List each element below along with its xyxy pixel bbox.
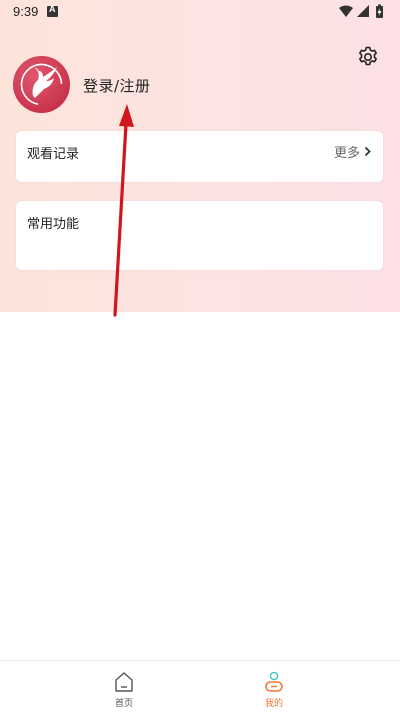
user-icon — [265, 671, 283, 692]
tab-mine[interactable]: 我的 — [234, 661, 314, 713]
watch-history-card[interactable]: 观看记录 更多 — [16, 131, 383, 182]
signal-icon — [357, 5, 369, 17]
bottom-navigation: 首页 我的 — [0, 660, 400, 713]
status-bar: 9:39 A — [0, 0, 400, 24]
wifi-icon — [339, 5, 353, 17]
tab-home-label: 首页 — [114, 699, 133, 709]
notification-a-icon: A — [47, 4, 58, 17]
common-functions-title: 常用功能 — [27, 217, 80, 232]
tab-home[interactable]: 首页 — [84, 661, 164, 713]
more-button[interactable]: 更多 — [334, 142, 371, 161]
common-functions-card: 常用功能 — [16, 201, 383, 270]
home-icon — [115, 672, 133, 692]
crane-logo-icon — [20, 63, 63, 106]
gear-icon — [359, 46, 377, 66]
chevron-right-icon — [364, 146, 371, 157]
watch-history-title: 观看记录 — [27, 147, 80, 162]
status-icons — [338, 4, 388, 20]
avatar[interactable] — [13, 56, 70, 113]
more-label: 更多 — [333, 146, 360, 161]
battery-icon — [376, 4, 383, 18]
status-time: 9:39 — [13, 4, 39, 19]
settings-button[interactable] — [356, 45, 380, 69]
tab-mine-label: 我的 — [264, 699, 283, 709]
login-register-link[interactable]: 登录/注册 — [83, 75, 151, 96]
